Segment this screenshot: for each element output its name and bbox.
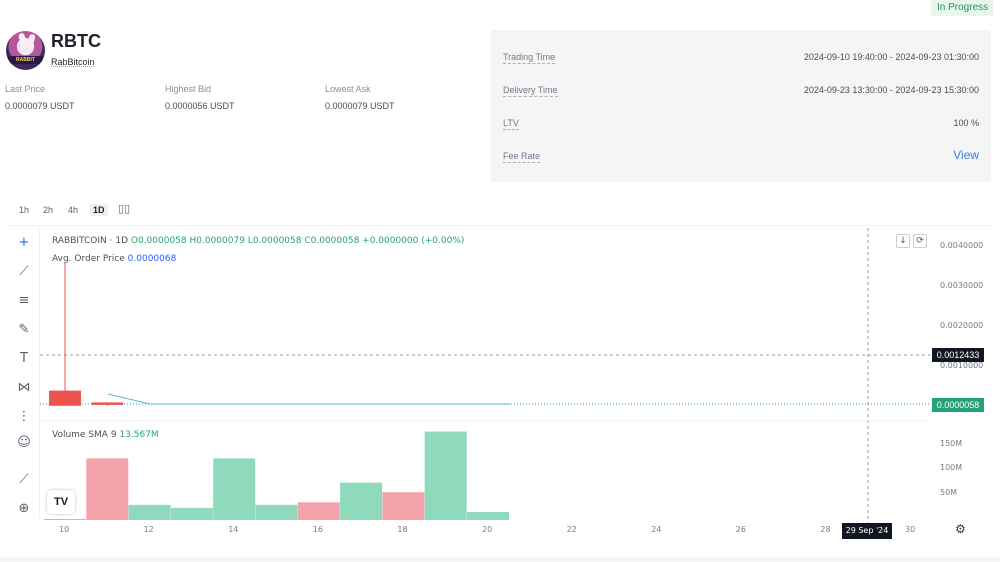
chart-toolbar: 1h 2h 4h 1D ▯▯ [5, 196, 995, 226]
logo-text: RABBIT [8, 56, 43, 64]
status-badge: In Progress [931, 0, 995, 16]
measure-lines-icon[interactable]: ⋮ [17, 410, 31, 424]
page-bottom-divider [0, 557, 1000, 562]
crosshair-date-tag: 29 Sep '24 [842, 523, 892, 539]
price-tick: 0.0020000 [940, 321, 984, 330]
date-tick: 12 [143, 525, 154, 534]
lowest-ask-value: 0.0000079 USDT [325, 101, 395, 111]
avg-order-legend: Avg. Order Price 0.0000068 [52, 254, 176, 264]
pattern-icon[interactable]: ⋈ [17, 381, 31, 395]
token-logo: RABBIT [6, 31, 45, 70]
candles-group [49, 262, 124, 406]
legend-ohlc: O0.0000058 H0.0000079 L0.0000058 C0.0000… [130, 236, 465, 246]
timeframe-1h[interactable]: 1h [19, 205, 29, 215]
token-name[interactable]: RabBitcoin [51, 57, 95, 67]
logo-ear [26, 33, 36, 50]
brush-icon[interactable]: ✎ [17, 323, 31, 337]
volume-bar [213, 458, 256, 520]
date-tick: 16 [312, 525, 323, 534]
avg-order-price-line [107, 393, 510, 405]
trading-time-label[interactable]: Trading Time [503, 52, 556, 64]
price-tick: 0.0040000 [940, 241, 984, 250]
volume-label: Volume SMA 9 [52, 430, 117, 440]
date-tick: 24 [651, 525, 662, 534]
highest-bid-value: 0.0000056 USDT [165, 101, 235, 111]
tradingview-logo: TV [47, 490, 75, 514]
volume-bar [255, 504, 298, 520]
last-price-tag: 0.0000058 [932, 398, 984, 412]
last-price-value: 0.0000079 USDT [5, 101, 75, 111]
legend-symbol: RABBITCOIN · 1D [52, 236, 129, 246]
date-tick: 26 [735, 525, 746, 534]
delivery-time-value: 2024-09-23 13:30:00 - 2024-09-23 15:30:0… [803, 85, 979, 95]
date-tick: 30 [905, 525, 916, 534]
volume-legend: Volume SMA 9 13.567M [52, 430, 159, 440]
info-panel: Trading Time 2024-09-10 19:40:00 - 2024-… [491, 30, 991, 182]
date-tick: 22 [566, 525, 577, 534]
horizontal-lines-icon[interactable]: ≡ [17, 294, 31, 308]
zoom-icon[interactable]: ⊕ [17, 502, 31, 516]
volume-tick: 50M [940, 488, 958, 497]
crosshair-price-tag: 0.0012433 [932, 348, 984, 362]
trading-time-value: 2024-09-10 19:40:00 - 2024-09-23 01:30:0… [803, 52, 979, 62]
volume-tick: 100M [940, 463, 963, 472]
emoji-icon[interactable]: ☺ [17, 436, 31, 450]
volume-bar [170, 507, 213, 520]
price-tick: 0.0010000 [940, 361, 984, 370]
price-chart[interactable] [40, 228, 930, 523]
token-symbol: RBTC [51, 31, 101, 51]
trend-line-icon[interactable]: ⟋ [17, 265, 31, 279]
volume-tick: 150M [940, 439, 963, 448]
fee-rate-view-link[interactable]: View [953, 148, 979, 162]
refresh-icon[interactable]: ⟳ [913, 234, 927, 248]
timeframe-1d[interactable]: 1D [90, 204, 108, 216]
timeframe-2h[interactable]: 2h [43, 205, 53, 215]
crosshair-icon[interactable]: + [17, 236, 31, 250]
ltv-value: 100 % [953, 118, 979, 128]
candle-body [49, 390, 81, 406]
delivery-time-label[interactable]: Delivery Time [503, 85, 558, 97]
volume-bar [424, 431, 467, 520]
date-tick: 14 [228, 525, 239, 534]
volume-group [44, 431, 509, 520]
volume-bar [382, 492, 425, 520]
highest-bid-label: Highest Bid [165, 84, 212, 94]
avg-order-label: Avg. Order Price [52, 254, 125, 264]
candle-body [91, 402, 124, 405]
volume-bar [340, 482, 383, 520]
lowest-ask-label: Lowest Ask [325, 84, 371, 94]
volume-bar [44, 518, 86, 520]
scroll-down-icon[interactable]: ↓ [896, 234, 910, 248]
settings-gear-icon[interactable]: ⚙ [955, 522, 966, 536]
volume-bar [297, 502, 340, 520]
text-tool-icon[interactable]: T [17, 352, 31, 366]
date-tick: 10 [59, 525, 70, 534]
ltv-label[interactable]: LTV [503, 118, 519, 130]
fee-rate-label[interactable]: Fee Rate [503, 151, 541, 163]
avg-order-value: 0.0000068 [127, 254, 177, 264]
drawing-tools: + ⟋ ≡ ✎ T ⋈ ⋮ ☺ ⟋ ⊕ [5, 228, 40, 518]
volume-bar [86, 458, 129, 520]
price-tick: 0.0030000 [940, 281, 984, 290]
timeframe-4h[interactable]: 4h [68, 205, 78, 215]
candlestick-icon[interactable]: ▯▯ [118, 202, 130, 215]
volume-bar [467, 511, 509, 520]
volume-bar [128, 504, 171, 520]
ruler-icon[interactable]: ⟋ [17, 473, 31, 487]
last-price-label: Last Price [5, 84, 46, 94]
volume-value: 13.567M [119, 430, 159, 440]
date-tick: 18 [397, 525, 408, 534]
date-tick: 28 [820, 525, 831, 534]
chart-legend: RABBITCOIN · 1D O0.0000058 H0.0000079 L0… [52, 236, 464, 246]
date-tick: 20 [482, 525, 493, 534]
